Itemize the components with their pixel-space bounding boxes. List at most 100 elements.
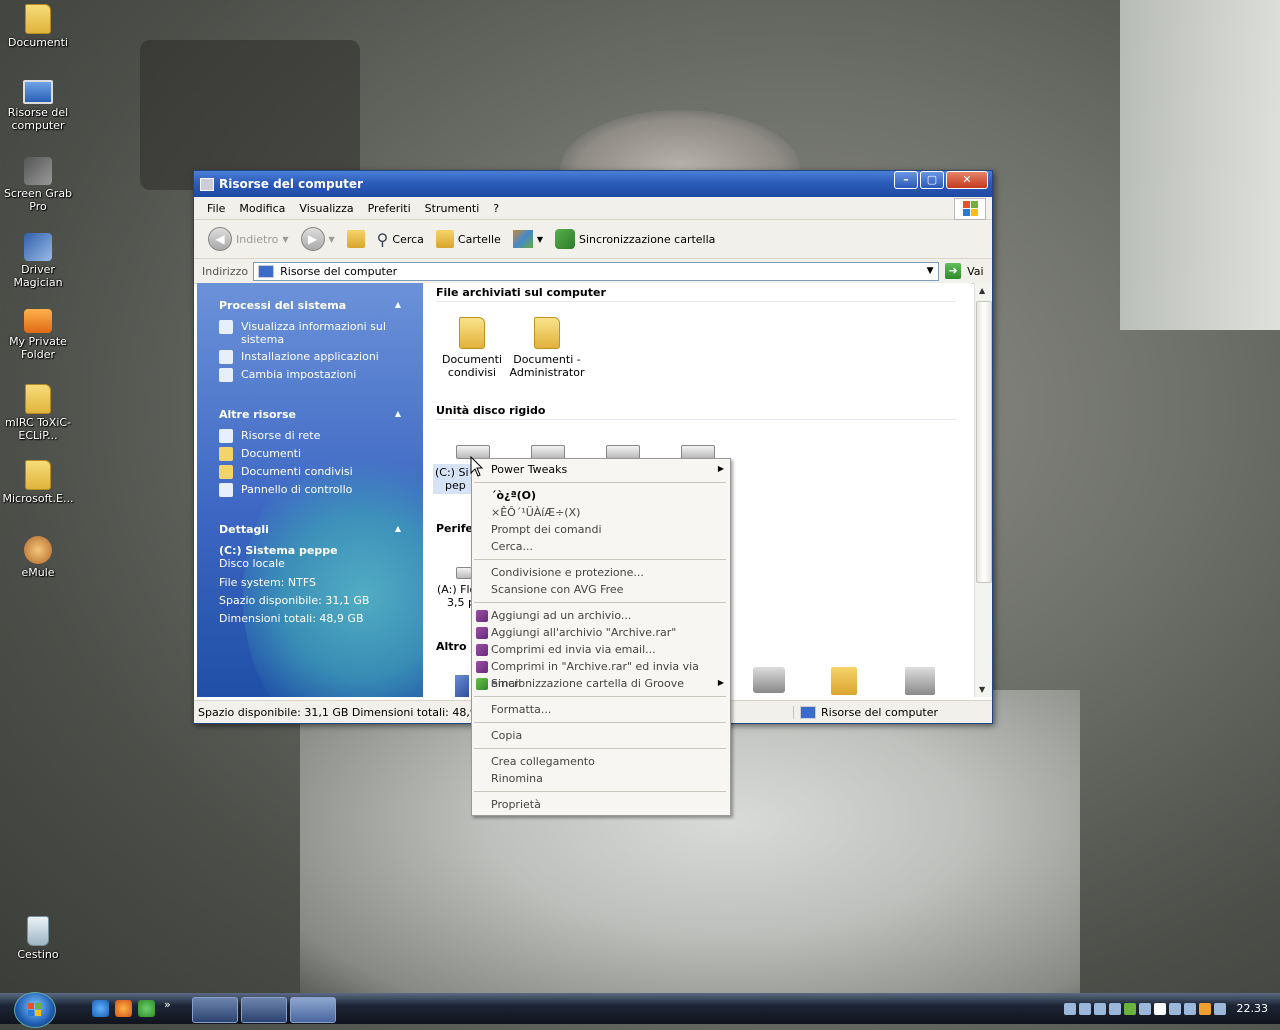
floppy-drive-icon[interactable] — [456, 567, 472, 579]
menu-item-add-archive[interactable]: Aggiungi ad un archivio... — [476, 607, 631, 624]
collapse-icon[interactable]: ▲ — [395, 300, 401, 309]
menu-item-power-tweaks[interactable]: Power Tweaks — [491, 461, 567, 478]
menu-visualizza[interactable]: Visualizza — [292, 202, 360, 215]
collapse-icon[interactable]: ▲ — [395, 524, 401, 533]
start-button[interactable] — [14, 992, 56, 1028]
chevron-down-icon[interactable]: ▼ — [922, 263, 938, 280]
folder-icon — [534, 317, 560, 349]
task-add-remove-programs[interactable]: Installazione applicazioni — [219, 350, 423, 364]
minimize-button[interactable]: – — [894, 171, 918, 189]
menu-item-groove-sync[interactable]: Sincronizzazione cartella di Groove — [476, 675, 684, 692]
task-risorse-computer[interactable] — [290, 997, 336, 1023]
views-button[interactable]: ▼ — [509, 228, 547, 250]
quicklaunch-overflow-icon[interactable]: » — [164, 998, 171, 1011]
menu-item-open[interactable]: ´ò¿ª(O) — [491, 487, 536, 504]
menu-preferiti[interactable]: Preferiti — [361, 202, 418, 215]
place-shared-documents[interactable]: Documenti condivisi — [219, 465, 423, 479]
hard-drive-icon[interactable] — [681, 445, 715, 459]
go-button[interactable]: ➜ Vai — [945, 263, 984, 279]
scrollbar-thumb[interactable] — [976, 301, 992, 583]
desktop-icon-driver-magician[interactable]: Driver Magician — [0, 233, 76, 289]
folder-documents-icon — [25, 4, 51, 34]
menu-help[interactable]: ? — [486, 202, 506, 215]
folder-icon — [459, 317, 485, 349]
forward-button[interactable]: ▶ ▼ — [297, 225, 339, 253]
vertical-scrollbar[interactable]: ▲ ▼ — [974, 283, 992, 697]
tray-color-icon[interactable] — [1198, 1002, 1211, 1015]
menu-item-add-archive-rar[interactable]: Aggiungi all'archivio "Archive.rar" — [476, 624, 676, 641]
tray-search-icon[interactable] — [1078, 1002, 1091, 1015]
task-firefox[interactable] — [241, 997, 287, 1023]
menu-strumenti[interactable]: Strumenti — [418, 202, 487, 215]
messenger-icon[interactable] — [138, 1000, 155, 1017]
chevron-down-icon: ▼ — [536, 234, 543, 244]
tray-display-icon[interactable] — [1108, 1002, 1121, 1015]
task-messenger[interactable] — [192, 997, 238, 1023]
tray-window-icon[interactable] — [1153, 1002, 1166, 1015]
menu-item-create-shortcut[interactable]: Crea collegamento — [491, 753, 595, 770]
menu-file[interactable]: File — [200, 202, 232, 215]
close-button[interactable]: ✕ — [946, 171, 988, 189]
menu-item-properties[interactable]: Proprietà — [491, 796, 541, 813]
title-bar[interactable]: Risorse del computer – ▢ ✕ — [194, 171, 992, 197]
firefox-icon[interactable] — [115, 1000, 132, 1017]
clock[interactable]: 22.33 — [1237, 1002, 1269, 1015]
desktop-icon-risorse-computer[interactable]: Risorse del computer — [0, 80, 76, 132]
tray-misc-icon[interactable] — [1213, 1002, 1226, 1015]
desktop-icon-emule[interactable]: eMule — [0, 536, 76, 579]
menu-item-format[interactable]: Formatta... — [491, 701, 551, 718]
up-folder-button[interactable] — [343, 228, 369, 250]
desktop-icon-private-folder[interactable]: My Private Folder — [0, 309, 76, 361]
tray-volume-icon[interactable] — [1168, 1002, 1181, 1015]
task-view-system-info[interactable]: Visualizza informazioni sul sistema — [219, 320, 423, 346]
details-header[interactable]: Dettagli ▲ — [219, 523, 423, 536]
menu-item-command-prompt[interactable]: Prompt dei comandi — [491, 521, 602, 538]
scheduled-tasks-icon[interactable] — [831, 667, 857, 695]
menu-item-sharing[interactable]: Condivisione e protezione... — [491, 564, 644, 581]
tray-network-icon[interactable] — [1063, 1002, 1076, 1015]
menu-item-search[interactable]: Cerca... — [491, 538, 533, 555]
other-item-icon[interactable] — [455, 675, 469, 697]
tray-audio-icon[interactable] — [1183, 1002, 1196, 1015]
folders-button[interactable]: Cartelle — [432, 228, 505, 250]
sync-folder-button[interactable]: Sincronizzazione cartella — [551, 227, 719, 251]
groove-icon — [476, 678, 488, 690]
system-tasks-header[interactable]: Processi del sistema ▲ — [219, 299, 423, 312]
collapse-icon[interactable]: ▲ — [395, 409, 401, 418]
scroll-down-icon[interactable]: ▼ — [979, 685, 985, 694]
control-panel-icon[interactable] — [905, 667, 935, 695]
menu-item-avg-scan[interactable]: Scansione con AVG Free — [491, 581, 623, 598]
menu-modifica[interactable]: Modifica — [232, 202, 292, 215]
scroll-up-icon[interactable]: ▲ — [979, 286, 985, 295]
menu-item-rename[interactable]: Rinomina — [491, 770, 543, 787]
folder-shared-documents[interactable]: Documenti condivisi — [434, 317, 510, 379]
search-button[interactable]: ⚲ Cerca — [373, 228, 428, 251]
tray-app-icon[interactable] — [1093, 1002, 1106, 1015]
back-button[interactable]: ◀ Indietro ▼ — [204, 225, 293, 253]
hard-drive-icon[interactable] — [531, 445, 565, 459]
printer-icon[interactable] — [753, 667, 785, 693]
hard-drive-icon[interactable] — [606, 445, 640, 459]
tray-monitor-icon[interactable] — [1138, 1002, 1151, 1015]
folder-admin-documents[interactable]: Documenti - Administrator — [509, 317, 585, 379]
address-input[interactable]: Risorse del computer ▼ — [253, 261, 940, 281]
task-change-settings[interactable]: Cambia impostazioni — [219, 368, 423, 382]
maximize-button[interactable]: ▢ — [920, 171, 944, 189]
menu-item-compress-email[interactable]: Comprimi ed invia via email... — [476, 641, 656, 658]
desktop-icon-mirc[interactable]: mIRC ToXiC-ECLiP... — [0, 384, 76, 442]
menu-item-explore[interactable]: ×ÊÔ´¹ÜÀíÆ÷(X) — [491, 504, 580, 521]
other-places-header[interactable]: Altre risorse ▲ — [219, 408, 423, 421]
menu-item-compress-rar-email[interactable]: Comprimi in "Archive.rar" ed invia via e… — [476, 658, 730, 690]
desktop-icon-cestino[interactable]: Cestino — [0, 916, 76, 961]
tray-avg-icon[interactable] — [1123, 1002, 1136, 1015]
system-tray: 22.33 — [1038, 993, 1280, 1024]
internet-explorer-icon[interactable] — [92, 1000, 109, 1017]
desktop-icon-microsoft[interactable]: Microsoft.E... — [0, 460, 76, 505]
place-network[interactable]: Risorse di rete — [219, 429, 423, 443]
folder-icon — [219, 465, 233, 479]
desktop-icon-screen-grab[interactable]: Screen Grab Pro — [0, 157, 76, 213]
desktop-icon-documenti[interactable]: Documenti — [0, 4, 76, 49]
menu-item-copy[interactable]: Copia — [491, 727, 522, 744]
place-control-panel[interactable]: Pannello di controllo — [219, 483, 423, 497]
place-documents[interactable]: Documenti — [219, 447, 423, 461]
